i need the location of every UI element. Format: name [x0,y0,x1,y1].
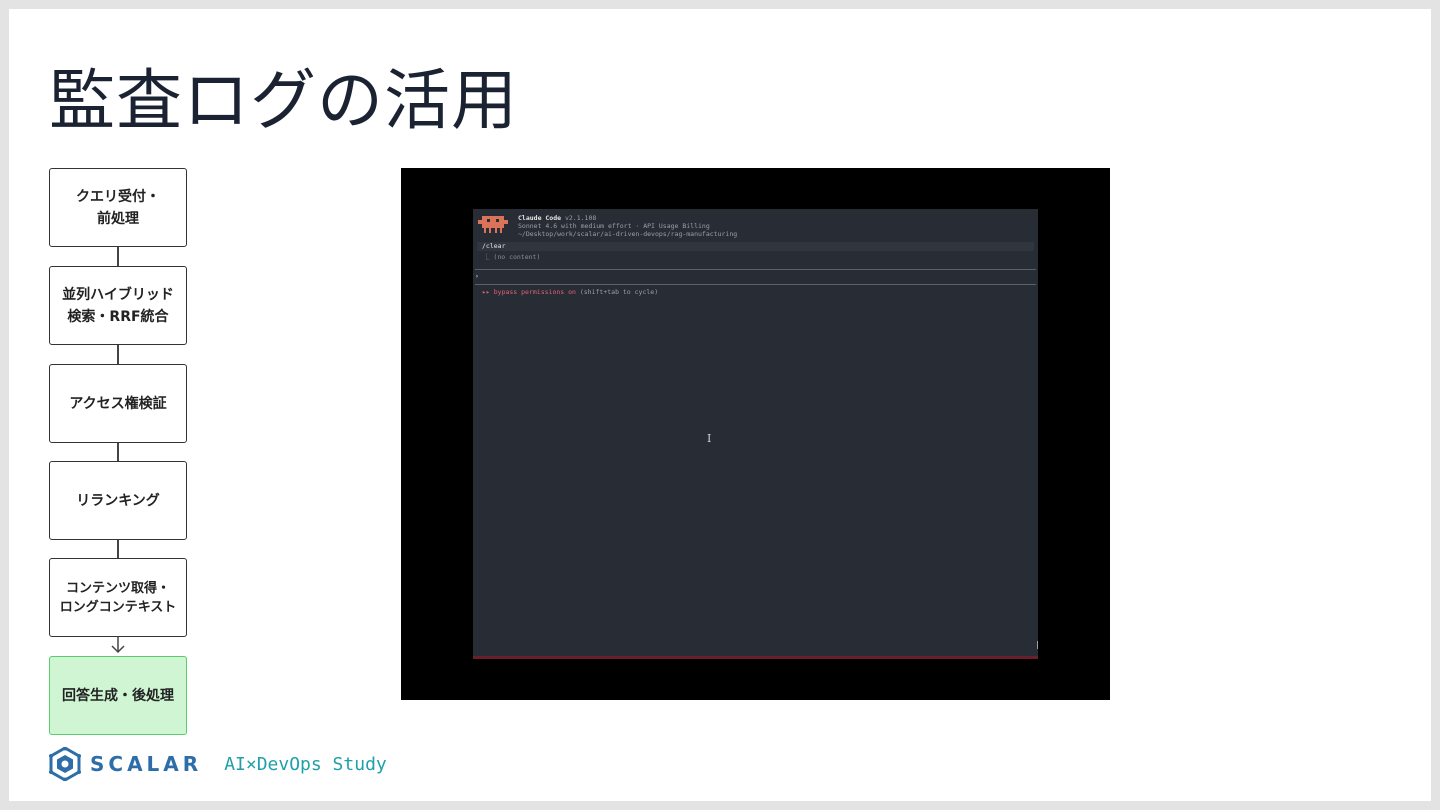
terminal-progress-bar [473,656,1038,659]
input-prompt[interactable]: › [475,272,479,280]
claude-mascot-icon [478,216,508,233]
flow-connector [117,247,119,266]
arrow-down-icon [111,637,125,654]
permission-status: ▸▸ bypass permissions on (shift+tab to c… [482,288,658,296]
permission-mode: ▸▸ bypass permissions on [482,288,576,296]
input-divider-bottom [475,284,1036,285]
scalar-logo-text: SCALAR [90,752,203,776]
permission-hint: (shift+tab to cycle) [579,288,659,296]
video-player[interactable]: Claude Code v2.1.108 Sonnet 4.6 with med… [401,168,1110,700]
command-output: ⎿ (no content) [483,253,541,261]
flow-connector [117,540,119,559]
terminal-header-line: Claude Code v2.1.108 [518,214,596,222]
command-line: /clear [477,242,1034,251]
flow-connector [117,345,119,364]
scalar-logo-icon [49,747,81,781]
flow-step-answer-generation: 回答生成・後処理 [49,656,187,735]
app-name: Claude Code [518,214,562,222]
terminal-window[interactable]: Claude Code v2.1.108 Sonnet 4.6 with med… [473,209,1038,659]
study-label: AI×DevOps Study [224,753,387,775]
flow-step-reranking: リランキング [49,461,187,540]
page-title: 監査ログの活用 [49,62,518,139]
flow-step-access-check: アクセス権検証 [49,364,187,443]
flow-connector [117,443,119,462]
text-cursor-icon: I [707,432,712,445]
flow-step-hybrid-search: 並列ハイブリッド 検索・RRF統合 [49,266,187,345]
flow-step-content-fetch: コンテンツ取得・ ロングコンテキスト [49,558,187,637]
model-line: Sonnet 4.6 with medium effort · API Usag… [518,222,710,230]
input-divider-top [475,269,1036,270]
slide: 監査ログの活用 クエリ受付・ 前処理 並列ハイブリッド 検索・RRF統合 アクセ… [9,9,1431,801]
scrollbar[interactable] [1037,641,1038,649]
flow-step-query-intake: クエリ受付・ 前処理 [49,168,187,247]
footer: SCALAR AI×DevOps Study [48,747,387,781]
app-version: v2.1.108 [564,214,597,222]
path-line: ~/Desktop/work/scalar/ai-driven-devops/r… [518,230,738,238]
